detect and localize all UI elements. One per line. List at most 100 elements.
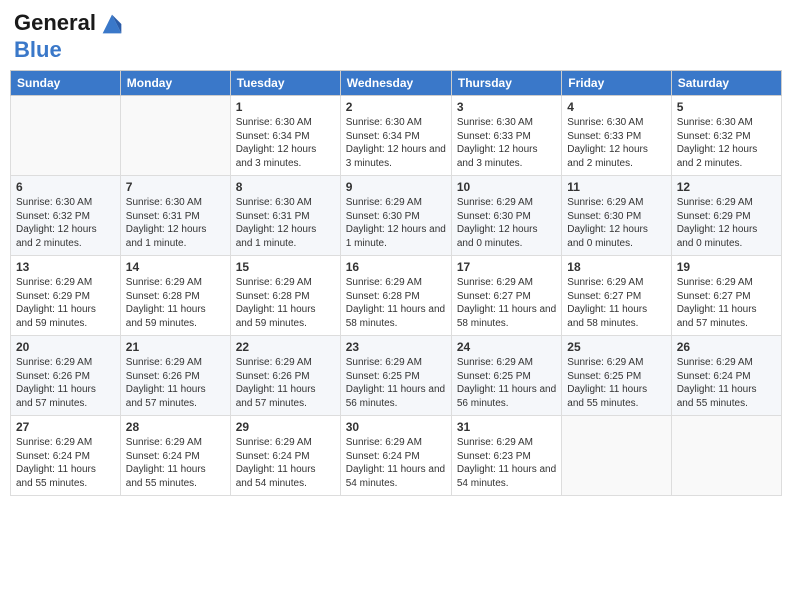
calendar-cell: 23Sunrise: 6:29 AMSunset: 6:25 PMDayligh… — [340, 336, 451, 416]
calendar-cell: 18Sunrise: 6:29 AMSunset: 6:27 PMDayligh… — [562, 256, 671, 336]
calendar-cell: 28 Sunrise: 6:29 AMSunset: 6:24 PMDayligh… — [120, 416, 230, 496]
calendar-cell: 25 Sunrise: 6:29 AMSunset: 6:25 PMDayligh… — [562, 336, 671, 416]
day-number: 24 — [457, 340, 556, 354]
calendar-cell: 4 Sunrise: 6:30 AMSunset: 6:33 PMDaylight… — [562, 96, 671, 176]
day-number: 28 — [126, 420, 225, 434]
day-number: 14 — [126, 260, 225, 274]
day-number: 29 — [236, 420, 335, 434]
day-number: 7 — [126, 180, 225, 194]
calendar-cell: 12 Sunrise: 6:29 AMSunset: 6:29 PMDayligh… — [671, 176, 781, 256]
calendar-cell: 9 Sunrise: 6:29 AMSunset: 6:30 PMDaylight… — [340, 176, 451, 256]
calendar-cell: 31 Sunrise: 6:29 AMSunset: 6:23 PMDayligh… — [451, 416, 561, 496]
day-header-saturday: Saturday — [671, 71, 781, 96]
calendar-cell: 13Sunrise: 6:29 AMSunset: 6:29 PMDayligh… — [11, 256, 121, 336]
day-info: Sunrise: 6:29 AMSunset: 6:27 PMDaylight:… — [567, 276, 665, 330]
day-number: 12 — [677, 180, 776, 194]
calendar-cell: 22Sunrise: 6:29 AMSunset: 6:26 PMDayligh… — [230, 336, 340, 416]
day-info: Sunrise: 6:29 AMSunset: 6:25 PMDaylight:… — [346, 356, 446, 410]
day-info: Sunrise: 6:30 AMSunset: 6:34 PMDaylight:… — [236, 116, 335, 170]
day-info: Sunrise: 6:29 AMSunset: 6:27 PMDaylight:… — [457, 276, 556, 330]
day-info: Sunrise: 6:29 AMSunset: 6:29 PMDaylight:… — [677, 196, 776, 250]
calendar-cell: 17 Sunrise: 6:29 AMSunset: 6:27 PMDayligh… — [451, 256, 561, 336]
day-header-tuesday: Tuesday — [230, 71, 340, 96]
day-header-wednesday: Wednesday — [340, 71, 451, 96]
day-number: 16 — [346, 260, 446, 274]
calendar-cell: 16 Sunrise: 6:29 AMSunset: 6:28 PMDayligh… — [340, 256, 451, 336]
calendar-cell: 20 Sunrise: 6:29 AMSunset: 6:26 PMDayligh… — [11, 336, 121, 416]
day-number: 4 — [567, 100, 665, 114]
calendar-cell: 30Sunrise: 6:29 AMSunset: 6:24 PMDayligh… — [340, 416, 451, 496]
calendar-week-5: 27Sunrise: 6:29 AMSunset: 6:24 PMDayligh… — [11, 416, 782, 496]
day-info: Sunrise: 6:29 AMSunset: 6:28 PMDaylight:… — [236, 276, 335, 330]
day-header-thursday: Thursday — [451, 71, 561, 96]
day-info: Sunrise: 6:30 AMSunset: 6:32 PMDaylight:… — [16, 196, 115, 250]
day-info: Sunrise: 6:30 AMSunset: 6:33 PMDaylight:… — [567, 116, 665, 170]
day-info: Sunrise: 6:29 AMSunset: 6:26 PMDaylight:… — [16, 356, 115, 410]
day-info: Sunrise: 6:29 AMSunset: 6:29 PMDaylight:… — [16, 276, 115, 330]
day-info: Sunrise: 6:29 AMSunset: 6:24 PMDaylight:… — [16, 436, 115, 490]
calendar-cell: 26 Sunrise: 6:29 AMSunset: 6:24 PMDayligh… — [671, 336, 781, 416]
day-number: 26 — [677, 340, 776, 354]
day-number: 21 — [126, 340, 225, 354]
day-header-sunday: Sunday — [11, 71, 121, 96]
calendar-cell: 19Sunrise: 6:29 AMSunset: 6:27 PMDayligh… — [671, 256, 781, 336]
day-info: Sunrise: 6:29 AMSunset: 6:24 PMDaylight:… — [236, 436, 335, 490]
day-info: Sunrise: 6:29 AMSunset: 6:26 PMDaylight:… — [126, 356, 225, 410]
day-number: 15 — [236, 260, 335, 274]
day-info: Sunrise: 6:30 AMSunset: 6:31 PMDaylight:… — [126, 196, 225, 250]
day-info: Sunrise: 6:29 AMSunset: 6:30 PMDaylight:… — [346, 196, 446, 250]
calendar-cell — [671, 416, 781, 496]
calendar-cell: 14 Sunrise: 6:29 AMSunset: 6:28 PMDayligh… — [120, 256, 230, 336]
calendar-cell: 21 Sunrise: 6:29 AMSunset: 6:26 PMDayligh… — [120, 336, 230, 416]
calendar-cell: 2 Sunrise: 6:30 AMSunset: 6:34 PMDaylight… — [340, 96, 451, 176]
day-info: Sunrise: 6:29 AMSunset: 6:28 PMDaylight:… — [346, 276, 446, 330]
day-info: Sunrise: 6:29 AMSunset: 6:25 PMDaylight:… — [457, 356, 556, 410]
calendar-cell: 29 Sunrise: 6:29 AMSunset: 6:24 PMDayligh… — [230, 416, 340, 496]
calendar-week-4: 20 Sunrise: 6:29 AMSunset: 6:26 PMDayligh… — [11, 336, 782, 416]
day-info: Sunrise: 6:30 AMSunset: 6:32 PMDaylight:… — [677, 116, 776, 170]
day-info: Sunrise: 6:29 AMSunset: 6:26 PMDaylight:… — [236, 356, 335, 410]
day-info: Sunrise: 6:29 AMSunset: 6:24 PMDaylight:… — [126, 436, 225, 490]
calendar-cell: 10Sunrise: 6:29 AMSunset: 6:30 PMDayligh… — [451, 176, 561, 256]
calendar-cell — [120, 96, 230, 176]
day-info: Sunrise: 6:29 AMSunset: 6:25 PMDaylight:… — [567, 356, 665, 410]
day-number: 11 — [567, 180, 665, 194]
day-info: Sunrise: 6:29 AMSunset: 6:27 PMDaylight:… — [677, 276, 776, 330]
calendar-cell: 5 Sunrise: 6:30 AMSunset: 6:32 PMDaylight… — [671, 96, 781, 176]
calendar-table: SundayMondayTuesdayWednesdayThursdayFrid… — [10, 70, 782, 496]
day-header-friday: Friday — [562, 71, 671, 96]
calendar-cell: 3 Sunrise: 6:30 AMSunset: 6:33 PMDaylight… — [451, 96, 561, 176]
logo-blue: Blue — [14, 38, 126, 62]
day-number: 5 — [677, 100, 776, 114]
calendar-week-3: 13Sunrise: 6:29 AMSunset: 6:29 PMDayligh… — [11, 256, 782, 336]
day-header-monday: Monday — [120, 71, 230, 96]
page-header: General Blue — [10, 10, 782, 62]
day-number: 8 — [236, 180, 335, 194]
day-number: 2 — [346, 100, 446, 114]
day-info: Sunrise: 6:29 AMSunset: 6:30 PMDaylight:… — [457, 196, 556, 250]
calendar-cell: 1Sunrise: 6:30 AMSunset: 6:34 PMDaylight… — [230, 96, 340, 176]
calendar-cell: 11 Sunrise: 6:29 AMSunset: 6:30 PMDayligh… — [562, 176, 671, 256]
day-info: Sunrise: 6:29 AMSunset: 6:30 PMDaylight:… — [567, 196, 665, 250]
day-info: Sunrise: 6:30 AMSunset: 6:34 PMDaylight:… — [346, 116, 446, 170]
day-info: Sunrise: 6:30 AMSunset: 6:31 PMDaylight:… — [236, 196, 335, 250]
day-info: Sunrise: 6:29 AMSunset: 6:28 PMDaylight:… — [126, 276, 225, 330]
day-info: Sunrise: 6:30 AMSunset: 6:33 PMDaylight:… — [457, 116, 556, 170]
calendar-cell: 15 Sunrise: 6:29 AMSunset: 6:28 PMDayligh… — [230, 256, 340, 336]
day-number: 6 — [16, 180, 115, 194]
day-number: 25 — [567, 340, 665, 354]
day-info: Sunrise: 6:29 AMSunset: 6:24 PMDaylight:… — [677, 356, 776, 410]
calendar-header-row: SundayMondayTuesdayWednesdayThursdayFrid… — [11, 71, 782, 96]
logo: General Blue — [14, 10, 126, 62]
day-number: 20 — [16, 340, 115, 354]
calendar-week-1: 1Sunrise: 6:30 AMSunset: 6:34 PMDaylight… — [11, 96, 782, 176]
logo-text: General — [14, 10, 126, 38]
calendar-cell: 27Sunrise: 6:29 AMSunset: 6:24 PMDayligh… — [11, 416, 121, 496]
day-number: 3 — [457, 100, 556, 114]
day-info: Sunrise: 6:29 AMSunset: 6:23 PMDaylight:… — [457, 436, 556, 490]
calendar-cell: 8 Sunrise: 6:30 AMSunset: 6:31 PMDaylight… — [230, 176, 340, 256]
day-number: 17 — [457, 260, 556, 274]
day-number: 9 — [346, 180, 446, 194]
day-number: 30 — [346, 420, 446, 434]
day-number: 31 — [457, 420, 556, 434]
